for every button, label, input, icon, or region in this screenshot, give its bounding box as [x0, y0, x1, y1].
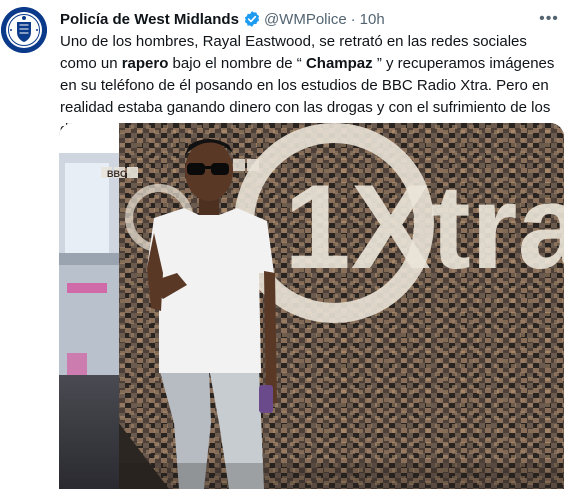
tweet-header: Policía de West Midlands @WMPolice · 10h…: [60, 8, 560, 30]
separator-dot: ·: [350, 10, 356, 28]
west-midlands-police-crest-icon: [1, 7, 47, 53]
verified-badge-icon: [244, 11, 260, 27]
more-options-button[interactable]: •••: [538, 8, 560, 30]
more-options-icon: •••: [539, 10, 559, 27]
tweet-text-bold: rapero: [121, 55, 169, 72]
tweet-text-part: bajo el nombre de “: [168, 55, 306, 72]
tweet-timestamp[interactable]: 10h: [360, 11, 385, 28]
photo-scene: BBC 1Xtra: [59, 123, 564, 489]
author-display-name[interactable]: Policía de West Midlands: [60, 11, 239, 28]
author-handle[interactable]: @WMPolice: [264, 11, 347, 28]
wall-brand-text: BBC: [107, 169, 127, 179]
wall-logo-text: 1Xtra: [284, 160, 564, 294]
tweet-text-bold: Champaz: [305, 55, 373, 72]
tweet-photo[interactable]: BBC 1Xtra: [59, 123, 564, 489]
tweet: Policía de West Midlands @WMPolice · 10h…: [0, 0, 572, 489]
avatar[interactable]: [1, 7, 47, 53]
